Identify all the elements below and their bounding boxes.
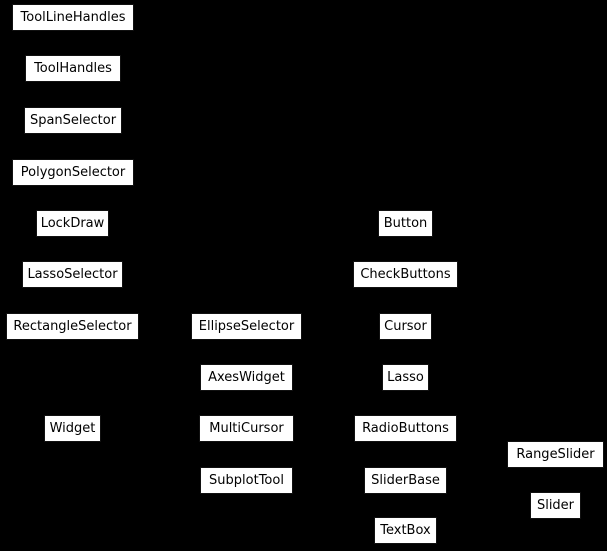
node-label: CheckButtons (360, 267, 451, 282)
node-label: Widget (49, 421, 96, 436)
node-label: RectangleSelector (13, 319, 132, 334)
node-label: RangeSlider (516, 447, 595, 462)
node-lockdraw[interactable]: LockDraw (36, 210, 109, 237)
node-label: TextBox (380, 523, 431, 538)
node-label: Cursor (384, 319, 427, 334)
node-subplottool[interactable]: SubplotTool (200, 467, 293, 494)
node-label: LassoSelector (27, 267, 118, 282)
node-radiobuttons[interactable]: RadioButtons (354, 415, 457, 442)
node-textbox[interactable]: TextBox (374, 517, 437, 544)
node-multicursor[interactable]: MultiCursor (199, 415, 294, 442)
node-label: Slider (536, 498, 575, 513)
node-sliderbase[interactable]: SliderBase (364, 467, 447, 494)
node-rectangleselector[interactable]: RectangleSelector (6, 313, 139, 340)
node-toolhandles[interactable]: ToolHandles (25, 55, 121, 82)
node-ellipseselector[interactable]: EllipseSelector (191, 313, 302, 340)
node-label: LockDraw (40, 216, 105, 231)
node-checkbuttons[interactable]: CheckButtons (353, 261, 458, 288)
node-slider[interactable]: Slider (530, 492, 581, 519)
edge-group (72, 31, 531, 529)
node-label: SubplotTool (209, 473, 284, 488)
node-lassoselector[interactable]: LassoSelector (22, 261, 123, 288)
node-label: Lasso (387, 370, 424, 385)
node-label: ToolLineHandles (20, 10, 126, 25)
node-label: Button (383, 216, 428, 231)
node-axeswidget[interactable]: AxesWidget (200, 364, 293, 391)
node-cursor[interactable]: Cursor (379, 313, 432, 340)
node-label: EllipseSelector (198, 319, 295, 334)
inheritance-diagram-canvas: ToolLineHandles ToolHandles SpanSelector… (0, 0, 607, 551)
node-label: SpanSelector (29, 113, 117, 128)
node-rangeslider[interactable]: RangeSlider (507, 441, 604, 468)
node-polygonselector[interactable]: PolygonSelector (12, 159, 134, 186)
node-label: SliderBase (371, 473, 440, 488)
node-label: ToolHandles (34, 61, 112, 76)
node-label: RadioButtons (362, 421, 449, 436)
node-widget[interactable]: Widget (44, 415, 101, 442)
node-label: AxesWidget (208, 370, 285, 385)
node-label: PolygonSelector (20, 165, 126, 180)
node-label: MultiCursor (209, 421, 284, 436)
node-toollinehandles[interactable]: ToolLineHandles (12, 4, 134, 31)
node-spanselector[interactable]: SpanSelector (24, 107, 122, 134)
node-button[interactable]: Button (378, 210, 433, 237)
node-lasso[interactable]: Lasso (382, 364, 429, 391)
